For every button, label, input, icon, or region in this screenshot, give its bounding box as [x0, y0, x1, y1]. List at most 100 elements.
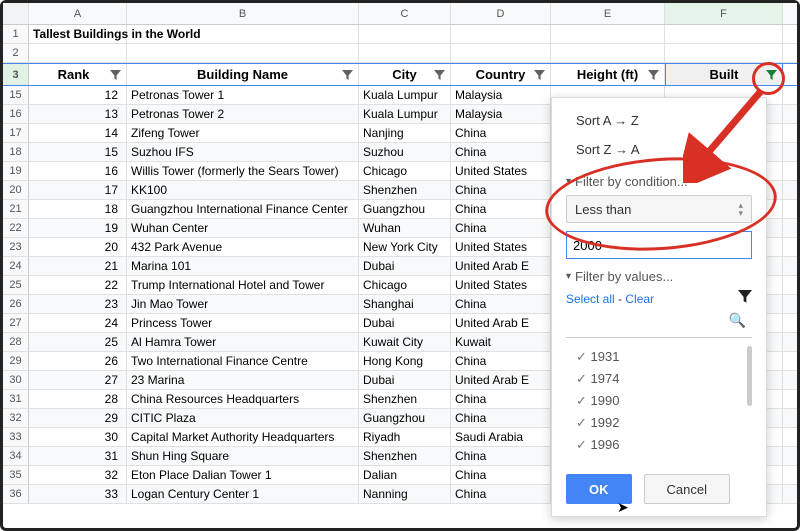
cell-rank[interactable]: 16 — [29, 162, 127, 180]
cell-building[interactable]: Capital Market Authority Headquarters — [127, 428, 359, 446]
cell-rank[interactable]: 31 — [29, 447, 127, 465]
cell-rank[interactable]: 29 — [29, 409, 127, 427]
cell-building[interactable]: Trump International Hotel and Tower — [127, 276, 359, 294]
cell-building[interactable]: Jin Mao Tower — [127, 295, 359, 313]
cell-city[interactable]: Suzhou — [359, 143, 451, 161]
cell-building[interactable]: Zifeng Tower — [127, 124, 359, 142]
cell-country[interactable]: Kuwait — [451, 333, 551, 351]
sheet-title[interactable]: Tallest Buildings in the World — [29, 25, 359, 43]
header-country[interactable]: Country — [451, 64, 551, 85]
cell-city[interactable]: Shenzhen — [359, 390, 451, 408]
cell-building[interactable]: Shun Hing Square — [127, 447, 359, 465]
cancel-button[interactable]: Cancel — [644, 474, 730, 504]
ok-button[interactable]: OK — [566, 474, 632, 504]
funnel-icon[interactable] — [738, 290, 752, 307]
cell-city[interactable]: Shenzhen — [359, 181, 451, 199]
cell-rank[interactable]: 21 — [29, 257, 127, 275]
row-number[interactable]: 34 — [3, 447, 29, 465]
col-header-d[interactable]: D — [451, 3, 551, 24]
clear-link[interactable]: Clear — [625, 292, 654, 306]
cell-country[interactable]: Saudi Arabia — [451, 428, 551, 446]
cell-rank[interactable]: 23 — [29, 295, 127, 313]
cell-rank[interactable]: 27 — [29, 371, 127, 389]
row-number[interactable]: 15 — [3, 86, 29, 104]
cell-country[interactable]: China — [451, 485, 551, 503]
header-built[interactable]: Built — [665, 64, 783, 85]
cell-city[interactable]: Kuwait City — [359, 333, 451, 351]
cell-rank[interactable]: 18 — [29, 200, 127, 218]
row-number[interactable]: 2 — [3, 44, 29, 62]
values-list[interactable]: 19311974199019921996 — [566, 346, 752, 456]
cell-country[interactable]: China — [451, 447, 551, 465]
cell-building[interactable]: Petronas Tower 2 — [127, 105, 359, 123]
cell-country[interactable]: China — [451, 352, 551, 370]
cell-city[interactable]: Chicago — [359, 162, 451, 180]
cell-city[interactable]: Dubai — [359, 314, 451, 332]
cell-rank[interactable]: 22 — [29, 276, 127, 294]
cell-country[interactable]: China — [451, 200, 551, 218]
cell-country[interactable]: United States — [451, 162, 551, 180]
value-item[interactable]: 1990 — [566, 390, 752, 412]
cell-building[interactable]: 432 Park Avenue — [127, 238, 359, 256]
cell-country[interactable]: United Arab E — [451, 371, 551, 389]
value-item[interactable]: 1931 — [566, 346, 752, 368]
row-number[interactable]: 27 — [3, 314, 29, 332]
cell-rank[interactable]: 33 — [29, 485, 127, 503]
cell-country[interactable]: China — [451, 181, 551, 199]
cell-city[interactable]: Dubai — [359, 257, 451, 275]
row-number[interactable]: 31 — [3, 390, 29, 408]
cell-country[interactable]: United Arab E — [451, 314, 551, 332]
value-item[interactable]: 1992 — [566, 412, 752, 434]
cell-city[interactable]: Dubai — [359, 371, 451, 389]
cell-country[interactable]: China — [451, 390, 551, 408]
cell-city[interactable]: Nanning — [359, 485, 451, 503]
row-number[interactable]: 3 — [3, 64, 29, 85]
row-number[interactable]: 26 — [3, 295, 29, 313]
cell-rank[interactable]: 13 — [29, 105, 127, 123]
header-building[interactable]: Building Name — [127, 64, 359, 85]
value-item[interactable]: 1974 — [566, 368, 752, 390]
row-number[interactable]: 23 — [3, 238, 29, 256]
cell-building[interactable]: Willis Tower (formerly the Sears Tower) — [127, 162, 359, 180]
cell-country[interactable]: Malaysia — [451, 86, 551, 104]
cell-country[interactable]: United Arab E — [451, 257, 551, 275]
cell-building[interactable]: KK100 — [127, 181, 359, 199]
cell-country[interactable]: Malaysia — [451, 105, 551, 123]
cell-rank[interactable]: 32 — [29, 466, 127, 484]
col-header-e[interactable]: E — [551, 3, 665, 24]
row-number[interactable]: 30 — [3, 371, 29, 389]
cell-rank[interactable]: 30 — [29, 428, 127, 446]
filter-icon[interactable] — [432, 68, 446, 82]
cell-building[interactable]: Marina 101 — [127, 257, 359, 275]
cell-rank[interactable]: 26 — [29, 352, 127, 370]
row-number[interactable]: 35 — [3, 466, 29, 484]
cell-country[interactable]: China — [451, 124, 551, 142]
select-all-link[interactable]: Select all — [566, 292, 615, 306]
filter-icon[interactable] — [646, 68, 660, 82]
row-number[interactable]: 17 — [3, 124, 29, 142]
cell-country[interactable]: China — [451, 295, 551, 313]
row-number[interactable]: 16 — [3, 105, 29, 123]
row-number[interactable]: 33 — [3, 428, 29, 446]
cell-building[interactable]: Petronas Tower 1 — [127, 86, 359, 104]
col-header-b[interactable]: B — [127, 3, 359, 24]
cell-rank[interactable]: 17 — [29, 181, 127, 199]
cell-rank[interactable]: 19 — [29, 219, 127, 237]
cell-building[interactable]: Wuhan Center — [127, 219, 359, 237]
cell-city[interactable]: Hong Kong — [359, 352, 451, 370]
values-search-input[interactable] — [566, 312, 752, 338]
cell-building[interactable]: China Resources Headquarters — [127, 390, 359, 408]
cell-building[interactable]: Princess Tower — [127, 314, 359, 332]
row-number[interactable]: 21 — [3, 200, 29, 218]
cell-building[interactable]: Logan Century Center 1 — [127, 485, 359, 503]
cell-building[interactable]: CITIC Plaza — [127, 409, 359, 427]
col-header-a[interactable]: A — [29, 3, 127, 24]
cell-building[interactable]: Al Hamra Tower — [127, 333, 359, 351]
cell-country[interactable]: United States — [451, 276, 551, 294]
cell-city[interactable]: Wuhan — [359, 219, 451, 237]
filter-icon[interactable] — [340, 68, 354, 82]
header-height[interactable]: Height (ft) — [551, 64, 665, 85]
header-city[interactable]: City — [359, 64, 451, 85]
filter-icon[interactable] — [108, 68, 122, 82]
filter-icon[interactable] — [764, 68, 778, 82]
